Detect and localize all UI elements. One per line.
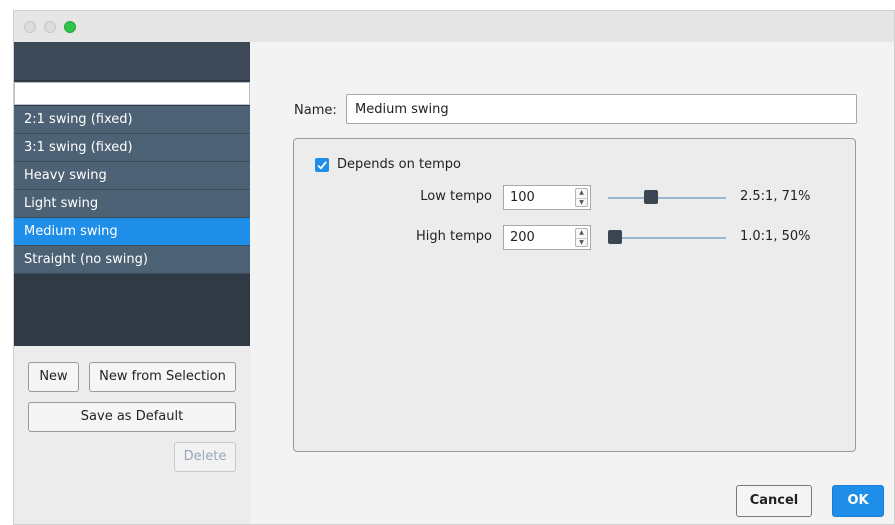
ok-button[interactable]: OK [832, 485, 884, 517]
swing-playback-dialog: 2:1 swing (fixed) 3:1 swing (fixed) Heavy … [13, 10, 895, 525]
delete-button[interactable]: Delete [174, 442, 236, 472]
low-tempo-slider-track[interactable] [608, 197, 726, 199]
title-bar [14, 11, 894, 43]
preset-item[interactable]: Straight (no swing) [14, 246, 250, 274]
new-from-selection-button[interactable]: New from Selection [89, 362, 236, 392]
depends-on-tempo-label: Depends on tempo [337, 157, 461, 172]
close-dot-icon[interactable] [24, 21, 36, 33]
editor-panel: Name: Depends on tempo Low tempo ▲ ▼ 2.5… [250, 42, 894, 524]
depends-on-tempo-checkbox[interactable] [315, 158, 329, 172]
high-tempo-slider-thumb[interactable] [608, 230, 622, 244]
high-tempo-label: High tempo [416, 229, 492, 244]
stepper-up-icon[interactable]: ▲ [576, 229, 587, 237]
stepper-down-icon[interactable]: ▼ [576, 198, 587, 207]
high-tempo-stepper[interactable]: ▲ ▼ [575, 228, 588, 247]
new-button[interactable]: New [28, 362, 79, 392]
zoom-dot-icon[interactable] [64, 21, 76, 33]
low-tempo-value[interactable] [504, 186, 584, 209]
preset-item[interactable]: Light swing [14, 190, 250, 218]
minimize-dot-icon[interactable] [44, 21, 56, 33]
high-tempo-slider-track[interactable] [608, 237, 726, 239]
preset-list-panel: 2:1 swing (fixed) 3:1 swing (fixed) Heavy … [14, 42, 250, 346]
high-tempo-value[interactable] [504, 226, 584, 249]
preset-item[interactable]: Heavy swing [14, 162, 250, 190]
high-tempo-spinbox[interactable]: ▲ ▼ [503, 225, 591, 250]
high-tempo-ratio: 1.0:1, 50% [740, 229, 811, 244]
low-tempo-spinbox[interactable]: ▲ ▼ [503, 185, 591, 210]
checkmark-icon [317, 161, 327, 170]
cancel-button[interactable]: Cancel [736, 485, 812, 517]
low-tempo-label: Low tempo [420, 189, 492, 204]
sidebar: 2:1 swing (fixed) 3:1 swing (fixed) Heavy … [14, 42, 250, 524]
list-header [14, 42, 250, 80]
preset-item[interactable]: 2:1 swing (fixed) [14, 106, 250, 134]
preset-list: 2:1 swing (fixed) 3:1 swing (fixed) Heavy … [14, 106, 250, 274]
low-tempo-stepper[interactable]: ▲ ▼ [575, 188, 588, 207]
preset-item[interactable]: 3:1 swing (fixed) [14, 134, 250, 162]
tempo-group-box: Depends on tempo Low tempo ▲ ▼ 2.5:1, 71… [293, 138, 856, 452]
low-tempo-slider-thumb[interactable] [644, 190, 659, 204]
preset-item[interactable]: Medium swing [14, 218, 250, 246]
name-input[interactable] [346, 94, 857, 124]
preset-search-input[interactable] [14, 82, 250, 105]
name-label: Name: [294, 103, 337, 118]
low-tempo-ratio: 2.5:1, 71% [740, 189, 811, 204]
save-as-default-button[interactable]: Save as Default [28, 402, 236, 432]
stepper-down-icon[interactable]: ▼ [576, 238, 587, 247]
stepper-up-icon[interactable]: ▲ [576, 189, 587, 197]
